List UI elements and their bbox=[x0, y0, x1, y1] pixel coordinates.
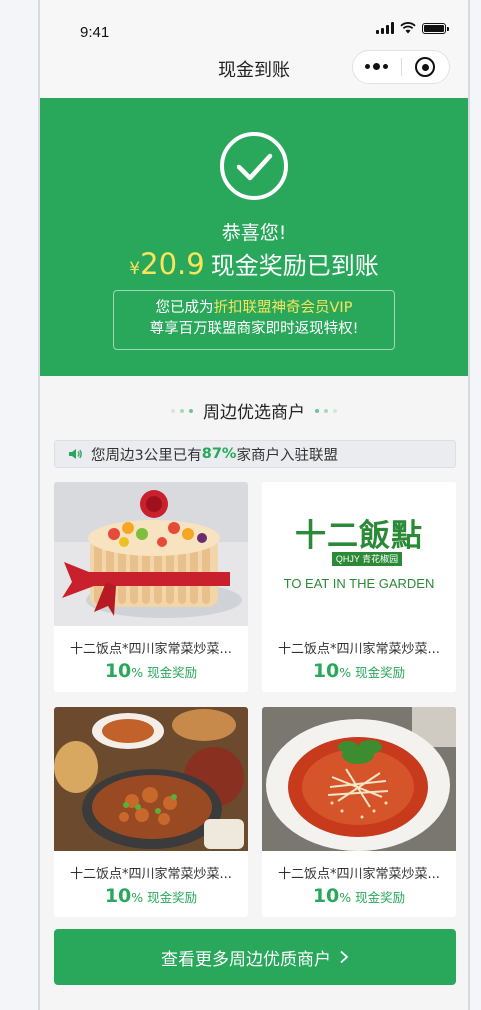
reward-label: 现金奖励 bbox=[147, 665, 198, 680]
reward-rate: 10 bbox=[104, 660, 132, 682]
reward-unit: % bbox=[339, 665, 352, 680]
reward-rate: 10 bbox=[312, 885, 340, 907]
reward-unit: % bbox=[339, 890, 352, 905]
battery-icon bbox=[422, 22, 449, 34]
signal-icon bbox=[376, 22, 394, 34]
merchant-card[interactable]: 十二饭点*四川家常菜炒菜... 10% 现金奖励 bbox=[54, 482, 248, 692]
congrats-text: 恭喜您! bbox=[221, 222, 287, 244]
notice-percent: 87% bbox=[201, 446, 237, 462]
reward-amount: 20.9 bbox=[140, 247, 205, 281]
wifi-icon bbox=[400, 22, 416, 34]
status-bar: 9:41 bbox=[40, 0, 468, 48]
logo-english: TO EAT IN THE GARDEN bbox=[283, 576, 435, 591]
success-check-icon bbox=[220, 132, 288, 200]
merchant-image-cake bbox=[54, 482, 248, 626]
merchant-image-spread bbox=[54, 707, 248, 851]
vip-notice-box: 您已成为折扣联盟神奇会员VIP 尊享百万联盟商家即时返现特权! bbox=[113, 290, 395, 350]
status-icons bbox=[376, 22, 449, 34]
reward-banner: 恭喜您! ¥20.9 现金奖励已到账 您已成为折扣联盟神奇会员VIP 尊享百万联盟… bbox=[40, 98, 468, 376]
section-title: 周边优选商户 bbox=[203, 403, 305, 423]
merchant-name: 十二饭点*四川家常菜炒菜... bbox=[278, 642, 440, 657]
logo-badge: QHJY 青花椒园 bbox=[332, 552, 402, 566]
currency-symbol: ¥ bbox=[129, 259, 141, 279]
merchant-reward: 10% 现金奖励 bbox=[262, 660, 456, 682]
status-time: 9:41 bbox=[80, 24, 110, 41]
merchant-name: 十二饭点*四川家常菜炒菜... bbox=[278, 867, 440, 882]
notice-prefix: 您周边3公里已有 bbox=[91, 447, 202, 464]
reward-unit: % bbox=[131, 890, 144, 905]
logo-chinese: 十二飯點 bbox=[295, 518, 423, 554]
phone-frame: 9:41 现金到账 恭喜您! ¥20.9 现金奖励已到账 您已成为折扣联盟神奇会员… bbox=[38, 0, 470, 1010]
merchant-reward: 10% 现金奖励 bbox=[54, 660, 248, 682]
mini-program-capsule bbox=[352, 50, 450, 84]
merchant-reward: 10% 现金奖励 bbox=[54, 885, 248, 907]
reward-amount-line: ¥20.9 现金奖励已到账 bbox=[40, 246, 468, 281]
left-dots-decoration bbox=[171, 408, 193, 413]
section-header: 周边优选商户 bbox=[40, 398, 468, 423]
reward-label: 现金奖励 bbox=[355, 665, 406, 680]
reward-label: 现金奖励 bbox=[147, 890, 198, 905]
vip-highlight: 折扣联盟神奇会员VIP bbox=[213, 300, 353, 316]
merchant-image-logo: 十二飯點 QHJY 青花椒园 TO EAT IN THE GARDEN bbox=[262, 482, 456, 626]
notice-suffix: 家商户入驻联盟 bbox=[236, 447, 338, 464]
merchant-name: 十二饭点*四川家常菜炒菜... bbox=[70, 867, 232, 882]
speaker-icon bbox=[69, 449, 82, 459]
right-dots-decoration bbox=[315, 408, 337, 413]
merchant-card[interactable]: 十二饭点*四川家常菜炒菜... 10% 现金奖励 bbox=[262, 707, 456, 917]
reward-label: 现金奖励 bbox=[355, 890, 406, 905]
merchant-card[interactable]: 十二飯點 QHJY 青花椒园 TO EAT IN THE GARDEN 十二饭点… bbox=[262, 482, 456, 692]
merchant-card[interactable]: 十二饭点*四川家常菜炒菜... 10% 现金奖励 bbox=[54, 707, 248, 917]
close-target-icon[interactable] bbox=[402, 57, 450, 77]
more-merchants-button[interactable]: 查看更多周边优质商户 bbox=[54, 929, 456, 985]
vip-line1-prefix: 您已成为 bbox=[155, 300, 214, 316]
more-merchants-label: 查看更多周边优质商户 bbox=[161, 949, 331, 970]
chevron-right-icon bbox=[340, 950, 349, 964]
reward-rate: 10 bbox=[104, 885, 132, 907]
merchant-image-plate bbox=[262, 707, 456, 851]
nearby-notice-bar: 您周边3公里已有 87% 家商户入驻联盟 bbox=[54, 440, 456, 468]
more-menu-icon[interactable] bbox=[353, 63, 401, 70]
merchant-reward: 10% 现金奖励 bbox=[262, 885, 456, 907]
reward-unit: % bbox=[131, 665, 144, 680]
merchant-name: 十二饭点*四川家常菜炒菜... bbox=[70, 642, 232, 657]
reward-arrived-text: 现金奖励已到账 bbox=[210, 252, 379, 280]
nav-bar: 现金到账 bbox=[40, 48, 468, 98]
vip-line2: 尊享百万联盟商家即时返现特权! bbox=[149, 321, 359, 337]
reward-rate: 10 bbox=[312, 660, 340, 682]
